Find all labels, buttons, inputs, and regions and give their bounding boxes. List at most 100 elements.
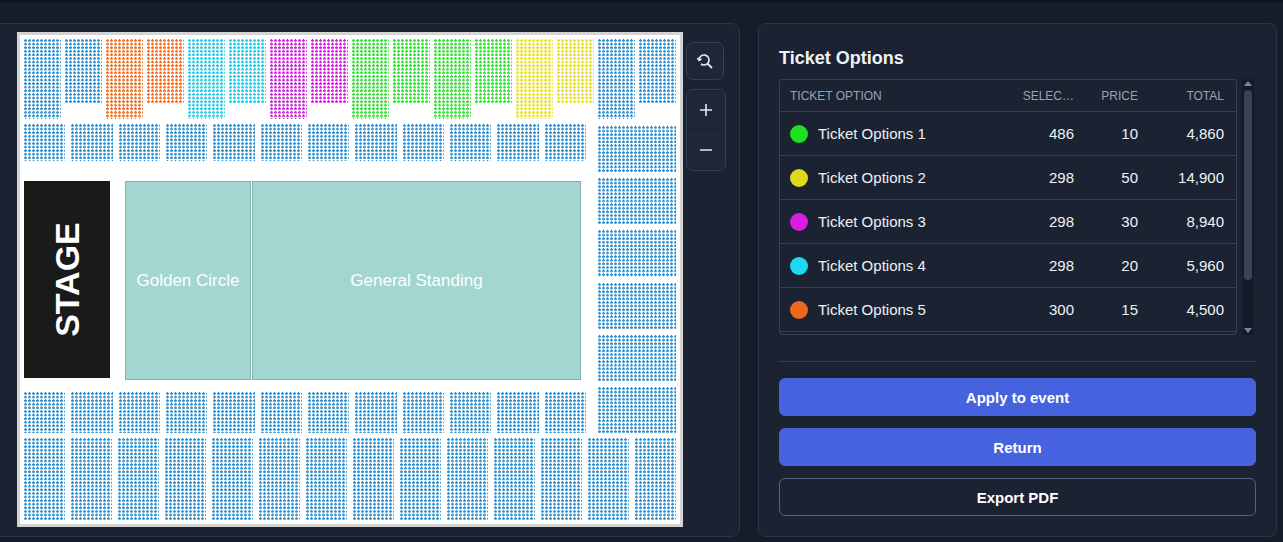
seating-band: [24, 392, 586, 433]
seat-block[interactable]: [212, 438, 253, 520]
seat-block[interactable]: [119, 124, 160, 161]
seat-section[interactable]: [106, 39, 184, 119]
table-row[interactable]: Ticket Options 3 298 30 8,940: [780, 200, 1236, 244]
seat-block[interactable]: [24, 39, 61, 119]
seat-block[interactable]: [393, 39, 430, 103]
seat-block[interactable]: [166, 124, 207, 161]
scroll-down-icon[interactable]: [1244, 328, 1252, 333]
seat-block[interactable]: [598, 230, 676, 276]
color-dot: [790, 213, 808, 231]
seat-block[interactable]: [639, 39, 676, 103]
stage: STAGE: [24, 181, 110, 378]
seat-block[interactable]: [270, 39, 307, 119]
seat-block[interactable]: [400, 438, 441, 520]
table-row[interactable]: Ticket Options 2 298 50 14,900: [780, 156, 1236, 200]
color-dot: [790, 125, 808, 143]
seat-block[interactable]: [24, 392, 65, 433]
seat-section[interactable]: [270, 39, 348, 119]
seat-block[interactable]: [447, 438, 488, 520]
scroll-thumb[interactable]: [1244, 90, 1252, 280]
seat-block[interactable]: [434, 39, 471, 119]
action-button[interactable]: Apply to event: [779, 378, 1256, 416]
zoom-in-button[interactable]: [687, 91, 725, 129]
seat-block[interactable]: [598, 283, 676, 329]
seat-block[interactable]: [308, 124, 349, 161]
seat-block[interactable]: [261, 124, 302, 161]
reset-zoom-button[interactable]: [686, 42, 724, 80]
column-header[interactable]: PRICE: [1086, 89, 1150, 103]
seat-block[interactable]: [545, 124, 586, 161]
table-row[interactable]: Ticket Options 1 486 10 4,860: [780, 112, 1236, 156]
seat-block[interactable]: [308, 392, 349, 433]
seat-block[interactable]: [24, 124, 65, 161]
column-header[interactable]: TOTAL: [1150, 89, 1236, 103]
seat-block[interactable]: [598, 39, 635, 119]
seat-block[interactable]: [229, 39, 266, 103]
column-header[interactable]: SELEC…: [1001, 89, 1086, 103]
reset-zoom-icon: [696, 52, 714, 70]
seat-map[interactable]: STAGE Golden CircleGeneral Standing: [17, 32, 683, 527]
seat-block[interactable]: [598, 178, 676, 224]
seat-block[interactable]: [450, 124, 491, 161]
seat-block[interactable]: [475, 39, 512, 103]
seat-block[interactable]: [497, 392, 538, 433]
seat-block[interactable]: [106, 39, 143, 119]
seat-block[interactable]: [598, 126, 676, 172]
seat-block[interactable]: [494, 438, 535, 520]
seat-block[interactable]: [352, 39, 389, 119]
seat-block[interactable]: [598, 335, 676, 381]
seat-section[interactable]: [434, 39, 512, 119]
seat-block[interactable]: [166, 392, 207, 433]
seat-block[interactable]: [213, 124, 254, 161]
seat-block[interactable]: [71, 438, 112, 520]
bottom-seating-band: [24, 438, 676, 520]
seat-block[interactable]: [598, 387, 676, 433]
seat-block[interactable]: [71, 392, 112, 433]
seat-block[interactable]: [497, 124, 538, 161]
seat-block[interactable]: [557, 39, 594, 103]
seat-section[interactable]: [598, 39, 676, 119]
seat-block[interactable]: [71, 124, 112, 161]
side-seating: [598, 124, 676, 433]
scrollbar[interactable]: [1242, 79, 1254, 335]
seat-block[interactable]: [403, 392, 444, 433]
seat-block[interactable]: [635, 438, 676, 520]
seat-block[interactable]: [119, 392, 160, 433]
seat-block[interactable]: [24, 438, 65, 520]
seat-block[interactable]: [355, 392, 396, 433]
seat-block[interactable]: [261, 392, 302, 433]
seat-section[interactable]: [188, 39, 266, 119]
seat-block[interactable]: [403, 124, 444, 161]
action-button[interactable]: Return: [779, 428, 1256, 466]
standing-area[interactable]: General Standing: [252, 181, 581, 380]
seat-block[interactable]: [259, 438, 300, 520]
standing-area[interactable]: Golden Circle: [125, 181, 251, 380]
ticket-options-panel: Ticket Options TICKET OPTIONSELEC…PRICET…: [758, 23, 1277, 537]
seat-map-editor: STAGE Golden CircleGeneral Standing Tick…: [0, 0, 1283, 542]
seat-block[interactable]: [588, 438, 629, 520]
seat-section[interactable]: [352, 39, 430, 119]
seat-section[interactable]: [516, 39, 594, 119]
seat-block[interactable]: [516, 39, 553, 119]
seat-block[interactable]: [355, 124, 396, 161]
middle-area: STAGE Golden CircleGeneral Standing: [24, 124, 676, 433]
seat-block[interactable]: [213, 392, 254, 433]
seat-block[interactable]: [306, 438, 347, 520]
action-button[interactable]: Export PDF: [779, 478, 1256, 516]
seat-block[interactable]: [311, 39, 348, 103]
column-header[interactable]: TICKET OPTION: [780, 89, 1001, 103]
seat-block[interactable]: [450, 392, 491, 433]
seat-block[interactable]: [65, 39, 102, 103]
seat-block[interactable]: [147, 39, 184, 103]
seat-block[interactable]: [188, 39, 225, 119]
seat-block[interactable]: [541, 438, 582, 520]
seat-block[interactable]: [165, 438, 206, 520]
zoom-out-button[interactable]: [687, 131, 725, 169]
seat-section[interactable]: [24, 39, 102, 119]
table-row[interactable]: Ticket Options 5 300 15 4,500: [780, 288, 1236, 332]
seat-block[interactable]: [545, 392, 586, 433]
scroll-up-icon[interactable]: [1244, 81, 1252, 86]
seat-block[interactable]: [353, 438, 394, 520]
table-row[interactable]: Ticket Options 4 298 20 5,960: [780, 244, 1236, 288]
seat-block[interactable]: [118, 438, 159, 520]
